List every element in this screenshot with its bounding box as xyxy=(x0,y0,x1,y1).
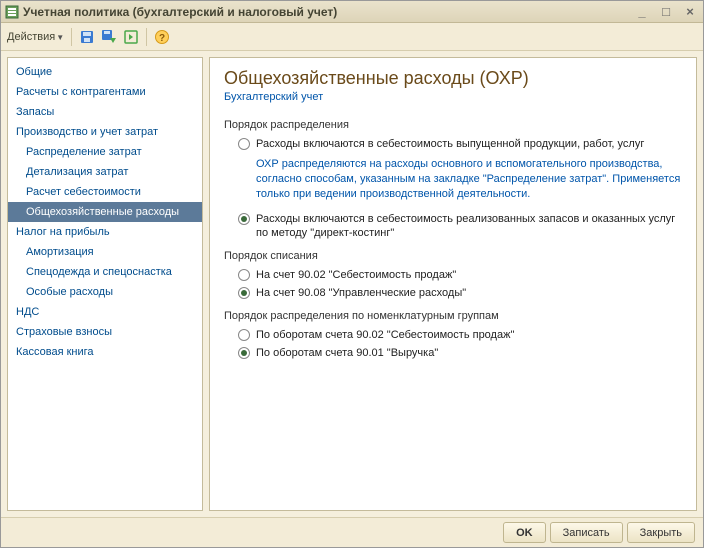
chevron-down-icon: ▼ xyxy=(56,33,64,42)
nav-item[interactable]: Производство и учет затрат xyxy=(8,122,202,142)
nav-item[interactable]: Спецодежда и спецоснастка xyxy=(8,262,202,282)
nav-item[interactable]: Общие xyxy=(8,62,202,82)
nav-item[interactable]: Налог на прибыль xyxy=(8,222,202,242)
radio-account-9008[interactable]: На счет 90.08 "Управленческие расходы" xyxy=(238,286,682,300)
save-icon[interactable] xyxy=(77,27,97,47)
radio-icon xyxy=(238,347,250,359)
section-writeoff-label: Порядок списания xyxy=(224,250,682,262)
radio-label: По оборотам счета 90.01 "Выручка" xyxy=(256,346,438,360)
close-button[interactable]: × xyxy=(681,4,699,20)
nav-item[interactable]: Распределение затрат xyxy=(8,142,202,162)
section-groups-label: Порядок распределения по номенклатурным … xyxy=(224,310,682,322)
radio-turnover-9001[interactable]: По оборотам счета 90.01 "Выручка" xyxy=(238,346,682,360)
maximize-button[interactable]: □ xyxy=(657,4,675,20)
minimize-button[interactable]: _ xyxy=(633,4,651,20)
nav-item[interactable]: Расчет себестоимости xyxy=(8,182,202,202)
help-icon[interactable]: ? xyxy=(152,27,172,47)
radio-label: Расходы включаются в себестоимость реали… xyxy=(256,212,682,240)
radio-icon xyxy=(238,329,250,341)
ok-button[interactable]: OK xyxy=(503,522,546,543)
actions-menu[interactable]: Действия▼ xyxy=(7,31,66,43)
save-button[interactable]: Записать xyxy=(550,522,623,543)
content-panel: Общехозяйственные расходы (ОХР) Бухгалте… xyxy=(209,57,697,511)
nav-item[interactable]: Кассовая книга xyxy=(8,342,202,362)
radio-label: По оборотам счета 90.02 "Себестоимость п… xyxy=(256,328,514,342)
window-controls: _ □ × xyxy=(633,4,699,20)
separator xyxy=(146,28,147,46)
radio-direct-costing[interactable]: Расходы включаются в себестоимость реали… xyxy=(238,212,682,240)
radio-label: На счет 90.08 "Управленческие расходы" xyxy=(256,286,466,300)
window: Учетная политика (бухгалтерский и налого… xyxy=(0,0,704,548)
nav-item[interactable]: Особые расходы xyxy=(8,282,202,302)
nav-item[interactable]: Детализация затрат xyxy=(8,162,202,182)
nav-item[interactable]: Расчеты с контрагентами xyxy=(8,82,202,102)
save-close-icon[interactable] xyxy=(99,27,119,47)
window-title: Учетная политика (бухгалтерский и налого… xyxy=(23,5,633,19)
radio-label: Расходы включаются в себестоимость выпущ… xyxy=(256,137,644,151)
radio-icon xyxy=(238,138,250,150)
radio-turnover-9002[interactable]: По оборотам счета 90.02 "Себестоимость п… xyxy=(238,328,682,342)
radio-account-9002[interactable]: На счет 90.02 "Себестоимость продаж" xyxy=(238,268,682,282)
nav-item[interactable]: НДС xyxy=(8,302,202,322)
refresh-icon[interactable] xyxy=(121,27,141,47)
radio-include-cost-output[interactable]: Расходы включаются в себестоимость выпущ… xyxy=(238,137,682,151)
actions-menu-label: Действия xyxy=(7,31,55,43)
nav-panel: ОбщиеРасчеты с контрагентамиЗапасыПроизв… xyxy=(7,57,203,511)
svg-text:?: ? xyxy=(159,33,165,44)
footer: OK Записать Закрыть xyxy=(1,517,703,547)
nav-item[interactable]: Страховые взносы xyxy=(8,322,202,342)
app-icon xyxy=(5,5,19,19)
radio-icon xyxy=(238,287,250,299)
page-subtitle: Бухгалтерский учет xyxy=(224,91,682,103)
nav-item[interactable]: Общехозяйственные расходы xyxy=(8,202,202,222)
body-area: ОбщиеРасчеты с контрагентамиЗапасыПроизв… xyxy=(1,51,703,517)
section-allocation-label: Порядок распределения xyxy=(224,119,682,131)
close-form-button[interactable]: Закрыть xyxy=(627,522,695,543)
page-title: Общехозяйственные расходы (ОХР) xyxy=(224,68,682,89)
titlebar: Учетная политика (бухгалтерский и налого… xyxy=(1,1,703,23)
toolbar: Действия▼ ? xyxy=(1,23,703,51)
radio-icon xyxy=(238,269,250,281)
radio-icon xyxy=(238,213,250,225)
separator xyxy=(71,28,72,46)
radio-label: На счет 90.02 "Себестоимость продаж" xyxy=(256,268,456,282)
allocation-hint: ОХР распределяются на расходы основного … xyxy=(256,157,682,202)
nav-item[interactable]: Запасы xyxy=(8,102,202,122)
nav-item[interactable]: Амортизация xyxy=(8,242,202,262)
